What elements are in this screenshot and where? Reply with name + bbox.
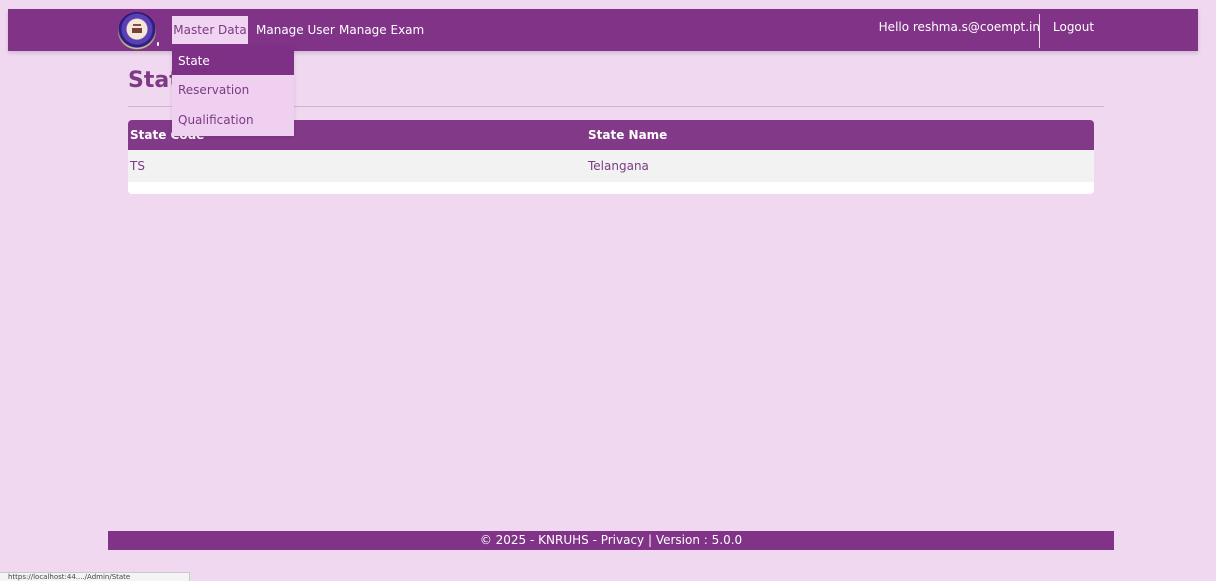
nav-master-data[interactable]: Master Data [172,16,248,44]
master-data-dropdown: State Reservation Qualification [172,47,294,136]
state-name-cell: Telangana [588,159,649,173]
university-logo-icon[interactable] [118,12,156,50]
table-row[interactable]: TS Telangana [128,150,1094,182]
nav-manage-exam[interactable]: Manage Exam [339,16,424,44]
user-greeting: Hello reshma.s@coempt.in [878,20,1040,34]
logo-dot [157,42,159,46]
dropdown-item-state[interactable]: State [172,47,294,75]
state-code-cell: TS [130,159,145,173]
dropdown-item-qualification[interactable]: Qualification [172,105,294,135]
page-footer: © 2025 - KNRUHS - Privacy | Version : 5.… [108,531,1114,550]
browser-status-link: https://localhost:44..../Admin/State [0,572,190,581]
nav-manage-user[interactable]: Manage User [256,16,335,44]
logout-link[interactable]: Logout [1053,20,1094,34]
header-state-name: State Name [588,128,668,142]
dropdown-item-reservation[interactable]: Reservation [172,75,294,105]
nav-separator [1039,14,1040,48]
